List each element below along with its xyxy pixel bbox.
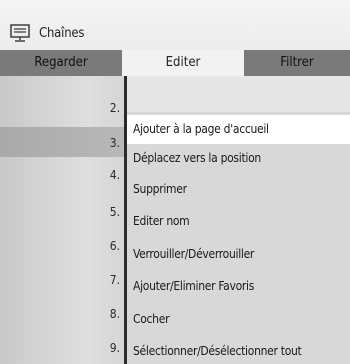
- channel-number[interactable]: 3.: [100, 136, 120, 150]
- menu-item-move-to-position[interactable]: Déplacez vers la position: [127, 144, 350, 173]
- menu-spacer: [127, 76, 350, 112]
- channel-number[interactable]: 2.: [100, 101, 120, 115]
- channel-number[interactable]: 4.: [100, 168, 120, 182]
- menu-item-check[interactable]: Cocher: [127, 305, 350, 334]
- channel-number[interactable]: 8.: [100, 307, 120, 321]
- menu-item-edit-name[interactable]: Editer nom: [127, 207, 350, 236]
- app-title: Chaînes: [39, 26, 85, 41]
- channel-number[interactable]: 5.: [100, 205, 120, 219]
- menu-item-add-to-home[interactable]: Ajouter à la page d'accueil: [127, 115, 350, 144]
- title-bar: Chaînes: [0, 0, 350, 50]
- menu-item-delete[interactable]: Supprimer: [127, 175, 350, 204]
- tab-filtrer[interactable]: Filtrer: [244, 50, 350, 76]
- channel-number[interactable]: 7.: [100, 273, 120, 287]
- menu-item-favorites[interactable]: Ajouter/Eliminer Favoris: [127, 272, 350, 301]
- tab-bar: Regarder Editer Filtrer: [0, 50, 350, 76]
- edit-menu: Ajouter à la page d'accueil Déplacez ver…: [127, 76, 350, 364]
- menu-item-select-all[interactable]: Sélectionner/Désélectionner tout: [127, 337, 350, 364]
- channel-number[interactable]: 6.: [100, 239, 120, 253]
- menu-item-lock-unlock[interactable]: Verrouiller/Déverrouiller: [127, 240, 350, 269]
- tab-editer[interactable]: Editer: [122, 50, 244, 76]
- channel-number[interactable]: 9.: [100, 341, 120, 355]
- tv-icon: [10, 24, 30, 42]
- channel-list: 2. 3. 4. 5. 6. 7. 8. 9.: [0, 76, 124, 364]
- tab-regarder[interactable]: Regarder: [0, 50, 122, 76]
